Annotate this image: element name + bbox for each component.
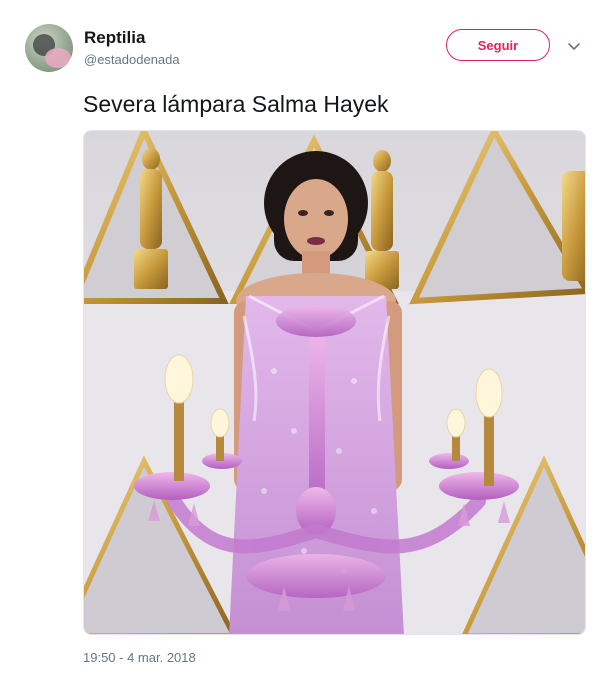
- avatar[interactable]: [25, 24, 73, 72]
- photo-illustration: [84, 131, 585, 634]
- tweet-timestamp[interactable]: 19:50 - 4 mar. 2018: [83, 650, 196, 665]
- follow-button[interactable]: Seguir: [446, 29, 550, 61]
- tweet-photo[interactable]: [83, 130, 586, 635]
- user-display-name[interactable]: Reptilia: [84, 28, 145, 48]
- chevron-down-icon[interactable]: [566, 38, 582, 54]
- avatar-shape: [45, 48, 71, 68]
- tweet-text: Severa lámpara Salma Hayek: [83, 91, 389, 117]
- user-handle[interactable]: @estadodenada: [84, 52, 180, 67]
